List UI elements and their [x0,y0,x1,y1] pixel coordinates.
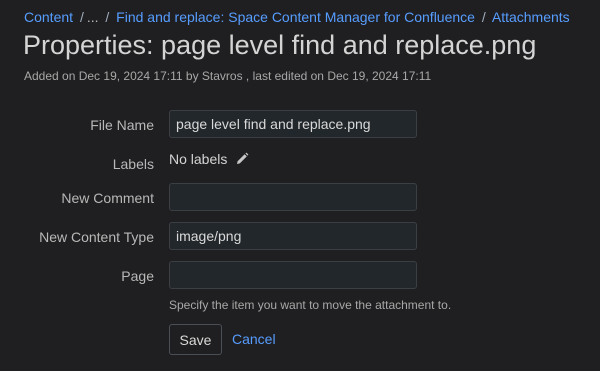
save-button[interactable]: Save [169,324,222,355]
breadcrumb-page-link[interactable]: Find and replace: Space Content Manager … [116,9,475,25]
labels-value: No labels [169,151,249,169]
breadcrumb: Content /... / Find and replace: Space C… [24,9,570,25]
new-content-type-input[interactable] [169,222,417,250]
cancel-link[interactable]: Cancel [232,331,276,347]
breadcrumb-ellipsis-link[interactable]: ... [87,9,99,25]
page-label: Page [121,268,154,284]
new-comment-label: New Comment [61,190,154,206]
breadcrumb-attachments-link[interactable]: Attachments [492,9,570,25]
pencil-icon[interactable] [235,152,249,169]
page-hint: Specify the item you want to move the at… [169,298,452,312]
page-input[interactable] [169,261,417,289]
page-title: Properties: page level find and replace.… [23,30,537,60]
new-comment-input[interactable] [169,183,417,211]
file-name-input[interactable] [169,110,417,138]
labels-label: Labels [112,156,154,172]
breadcrumb-content-link[interactable]: Content [24,9,73,25]
pencil-icon-svg [237,152,249,164]
new-content-type-label: New Content Type [39,229,154,245]
file-name-label: File Name [90,117,154,133]
breadcrumb-separator: / [481,9,486,25]
breadcrumb-separator: / [79,9,84,25]
breadcrumb-separator: / [105,9,110,25]
no-labels-text: No labels [169,151,228,167]
attachment-metadata: Added on Dec 19, 2024 17:11 by Stavros ,… [24,69,432,83]
